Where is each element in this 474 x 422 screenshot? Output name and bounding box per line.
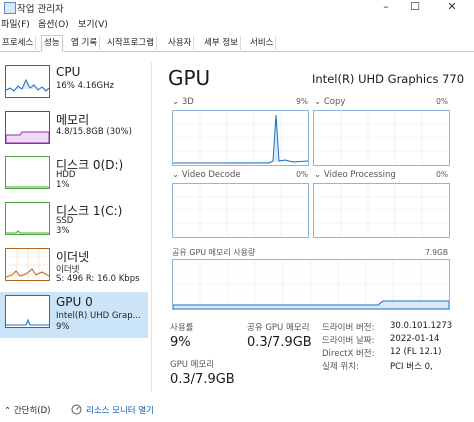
sidebar-item-disk-1[interactable]: 디스크 1(C:) SSD 3% bbox=[0, 199, 148, 245]
sidebar-item-label: CPU bbox=[56, 65, 81, 79]
graph-video-decode-percent: 0% bbox=[296, 170, 308, 179]
graph-video-processing-label[interactable]: ⌄ Video Processing bbox=[314, 170, 396, 180]
graph-copy-percent: 0% bbox=[436, 97, 448, 106]
tab-processes[interactable]: 프로세스 bbox=[0, 36, 37, 50]
directx-version-value: 12 (FL 12.1) bbox=[390, 347, 442, 357]
shared-memory-graph-label: 공유 GPU 메모리 사용량 bbox=[172, 248, 256, 257]
shared-memory-graph-max: 7.9GB bbox=[425, 248, 448, 257]
driver-date-value: 2022-01-14 bbox=[390, 334, 440, 344]
directx-version-label: DirectX 버전: bbox=[322, 349, 375, 359]
driver-date-label: 드라이버 날짜: bbox=[322, 336, 375, 346]
sidebar-item-usage: 3% bbox=[56, 226, 70, 236]
sidebar-item-disk-0[interactable]: 디스크 0(D:) HDD 1% bbox=[0, 153, 148, 199]
tab-performance[interactable]: 성능 bbox=[41, 35, 63, 52]
sidebar-item-detail: HDD bbox=[56, 170, 76, 180]
fewer-details-toggle[interactable]: ⌃ 간단히(D) bbox=[4, 404, 50, 416]
driver-version-value: 30.0.101.1273 bbox=[390, 321, 453, 331]
physical-location-value: PCI 버스 0, bbox=[390, 362, 433, 372]
sidebar-item-usage: 9% bbox=[56, 322, 70, 332]
utilization-label: 사용률 bbox=[170, 323, 194, 333]
graph-video-processing bbox=[313, 183, 450, 238]
tab-app-history[interactable]: 앱 기록 bbox=[69, 36, 101, 50]
chevron-up-icon: ⌃ bbox=[4, 406, 14, 416]
page-title: GPU bbox=[168, 66, 211, 90]
sidebar-item-gpu-0[interactable]: GPU 0 Intel(R) UHD Grap... 9% bbox=[0, 292, 148, 338]
window-title: 작업 관리자 bbox=[17, 4, 64, 15]
menu-view[interactable]: 보기(V) bbox=[78, 17, 108, 30]
graph-copy-label[interactable]: ⌄ Copy bbox=[314, 97, 345, 107]
chevron-down-icon: ⌄ bbox=[314, 170, 324, 180]
memory-thumbnail-graph bbox=[5, 111, 50, 144]
gpu-thumbnail-graph bbox=[5, 295, 50, 328]
graph-video-processing-percent: 0% bbox=[436, 170, 448, 179]
close-button[interactable]: ✕ bbox=[440, 0, 464, 14]
graph-3d bbox=[172, 110, 309, 166]
graph-video-decode bbox=[172, 183, 309, 238]
tab-users[interactable]: 사용자 bbox=[166, 36, 195, 50]
ethernet-thumbnail-graph bbox=[5, 248, 50, 281]
gpu-memory-label: GPU 메모리 bbox=[170, 360, 215, 370]
menu-bar bbox=[0, 17, 474, 33]
resource-monitor-icon bbox=[71, 404, 82, 415]
minimize-button[interactable]: – bbox=[374, 0, 398, 14]
sidebar-item-throughput: S: 496 R: 16.0 Kbps bbox=[56, 274, 140, 284]
physical-location-label: 실제 위치: bbox=[322, 362, 359, 372]
menu-file[interactable]: 파일(F) bbox=[1, 17, 30, 30]
sidebar-item-usage: 1% bbox=[56, 180, 70, 190]
sidebar-item-detail: SSD bbox=[56, 216, 74, 226]
sidebar-item-label: GPU 0 bbox=[56, 295, 93, 309]
chevron-down-icon: ⌄ bbox=[172, 170, 182, 180]
open-resource-monitor-link[interactable]: 리소스 모니터 열기 bbox=[86, 404, 154, 416]
disk1-thumbnail-graph bbox=[5, 202, 50, 235]
graph-video-decode-label[interactable]: ⌄ Video Decode bbox=[172, 170, 241, 180]
gpu-memory-value: 0.3/7.9GB bbox=[170, 372, 235, 387]
driver-version-label: 드라이버 버전: bbox=[322, 323, 375, 333]
utilization-value: 9% bbox=[170, 335, 191, 350]
menu-options[interactable]: 옵션(O) bbox=[38, 17, 69, 30]
sidebar-item-ethernet[interactable]: 이더넷 이더넷 S: 496 R: 16.0 Kbps bbox=[0, 245, 148, 291]
tab-services[interactable]: 서비스 bbox=[248, 36, 277, 50]
task-manager-icon bbox=[4, 2, 16, 14]
tab-startup[interactable]: 시작프로그램 bbox=[105, 36, 157, 50]
gpu-model-name: Intel(R) UHD Graphics 770 bbox=[312, 72, 465, 86]
graph-3d-percent: 9% bbox=[296, 97, 308, 106]
sidebar-item-memory[interactable]: 메모리 4.8/15.8GB (30%) bbox=[0, 108, 148, 154]
shared-gpu-memory-label: 공유 GPU 메모리 bbox=[247, 323, 310, 333]
chevron-down-icon: ⌄ bbox=[314, 97, 324, 107]
maximize-button[interactable]: ☐ bbox=[403, 0, 427, 14]
sidebar-item-detail: 16% 4.16GHz bbox=[56, 81, 114, 91]
sidebar-item-cpu[interactable]: CPU 16% 4.16GHz bbox=[0, 62, 148, 108]
cpu-thumbnail-graph bbox=[5, 65, 50, 98]
shared-memory-graph bbox=[172, 259, 450, 310]
disk0-thumbnail-graph bbox=[5, 156, 50, 189]
shared-gpu-memory-value: 0.3/7.9GB bbox=[247, 335, 312, 350]
graph-3d-label[interactable]: ⌄ 3D bbox=[172, 97, 194, 107]
graph-copy bbox=[313, 110, 450, 166]
tab-details[interactable]: 세부 정보 bbox=[202, 36, 241, 50]
sidebar-item-detail: Intel(R) UHD Grap... bbox=[56, 311, 141, 321]
chevron-down-icon: ⌄ bbox=[172, 97, 182, 107]
sidebar-item-detail: 4.8/15.8GB (30%) bbox=[56, 127, 132, 137]
sidebar-item-label: 메모리 bbox=[56, 113, 90, 127]
